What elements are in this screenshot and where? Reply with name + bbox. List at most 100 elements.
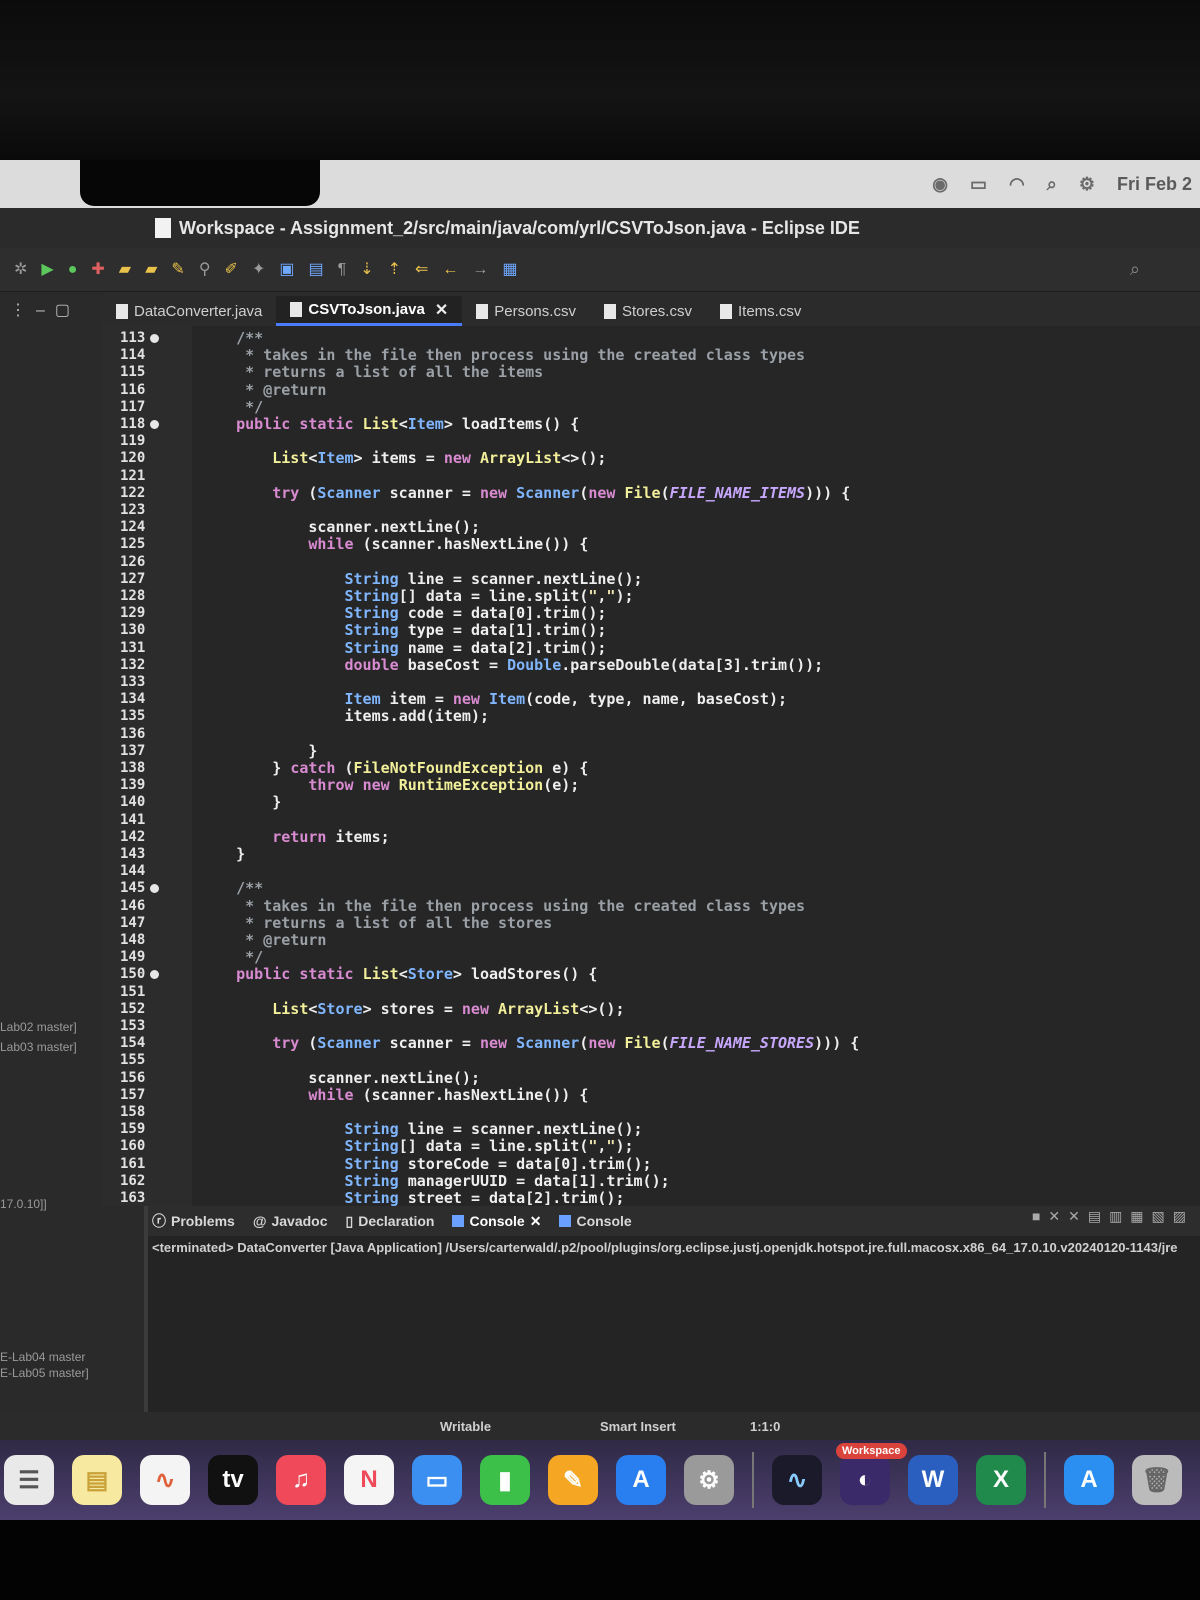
code-line[interactable]: 152 List<Store> stores = new ArrayList<>… (102, 1000, 1200, 1018)
code-line[interactable]: 136 (102, 726, 1200, 743)
tab-items-csv[interactable]: Items.csv (706, 296, 815, 326)
project-item[interactable]: E-Lab04 master (0, 1350, 85, 1364)
code-line[interactable]: 121 (102, 468, 1200, 485)
code-line[interactable]: 133 (102, 674, 1200, 691)
perspective-icon[interactable]: ▦ (502, 261, 517, 278)
fold-toggle-icon[interactable] (150, 334, 159, 343)
toolbar-search-icon[interactable]: ⌕ (1130, 259, 1140, 280)
news-app-icon[interactable]: N (344, 1455, 394, 1505)
code-line[interactable]: 140 } (102, 794, 1200, 811)
code-line[interactable]: 143 } (102, 846, 1200, 863)
panel-view-menu-icon[interactable]: ⋮–▢ (10, 300, 80, 320)
code-line[interactable]: 126 (102, 554, 1200, 571)
code-line[interactable]: 131 String name = data[2].trim(); (102, 639, 1200, 657)
external-tools-icon[interactable]: ✚ (91, 261, 104, 278)
pages-app-icon[interactable]: ✎ (548, 1455, 598, 1505)
tab-console-active[interactable]: Console ✕ (452, 1213, 541, 1230)
code-line[interactable]: 157 while (scanner.hasNextLine()) { (102, 1086, 1200, 1104)
next-annotation-icon[interactable]: ⇣ (360, 261, 373, 278)
project-item[interactable]: Lab02 master] (0, 1020, 77, 1034)
code-line[interactable]: 122 try (Scanner scanner = new Scanner(n… (102, 484, 1200, 502)
apple-tv-app-icon[interactable]: tv (208, 1455, 258, 1505)
code-line[interactable]: 155 (102, 1052, 1200, 1069)
console-output[interactable]: ■✕✕▤▥▦▧▨ <terminated> DataConverter [Jav… (148, 1208, 1200, 1412)
code-line[interactable]: 149 */ (102, 949, 1200, 966)
console-toolbar-icons[interactable]: ■✕✕▤▥▦▧▨ (1032, 1208, 1194, 1225)
code-line[interactable]: 138 } catch (FileNotFoundException e) { (102, 760, 1200, 777)
code-line[interactable]: 156 scanner.nextLine(); (102, 1069, 1200, 1087)
word-app-icon[interactable]: W (908, 1455, 958, 1505)
code-line[interactable]: 150 public static List<Store> loadStores… (102, 966, 1200, 983)
pencil-icon[interactable]: ✎ (171, 261, 184, 278)
control-center-icon[interactable]: ⚙ (1079, 174, 1095, 195)
search-toolbar-icon[interactable]: ⚲ (199, 261, 211, 278)
close-tab-icon[interactable]: ✕ (530, 1213, 542, 1230)
code-line[interactable]: 125 while (scanner.hasNextLine()) { (102, 536, 1200, 553)
app-store-downloads-icon[interactable]: A (1064, 1455, 1114, 1505)
excel-app-icon[interactable]: X (976, 1455, 1026, 1505)
code-line[interactable]: 141 (102, 812, 1200, 829)
code-line[interactable]: 148 * @return (102, 932, 1200, 949)
code-line[interactable]: 115 * returns a list of all the items (102, 364, 1200, 381)
tab-console[interactable]: Console (559, 1213, 632, 1229)
code-line[interactable]: 129 String code = data[0].trim(); (102, 605, 1200, 622)
run-config-icon[interactable]: ● (68, 261, 78, 278)
code-line[interactable]: 119 (102, 433, 1200, 450)
tab-declaration[interactable]: ▯ Declaration (346, 1213, 435, 1230)
project-item[interactable]: E-Lab05 master] (0, 1366, 89, 1380)
project-item[interactable]: Lab03 master] (0, 1040, 77, 1054)
code-line[interactable]: 135 items.add(item); (102, 708, 1200, 725)
code-line[interactable]: 114 * takes in the file then process usi… (102, 347, 1200, 364)
open-folder-icon[interactable]: ▰ (145, 261, 157, 278)
code-line[interactable]: 137 } (102, 742, 1200, 760)
code-line[interactable]: 154 try (Scanner scanner = new Scanner(n… (102, 1035, 1200, 1052)
code-line[interactable]: 158 (102, 1104, 1200, 1121)
code-line[interactable]: 159 String line = scanner.nextLine(); (102, 1121, 1200, 1138)
app-store-icon[interactable]: A (616, 1455, 666, 1505)
activity-monitor-icon[interactable]: ∿ (772, 1455, 822, 1505)
fold-toggle-icon[interactable] (150, 420, 159, 429)
reminders-app-icon[interactable]: ☰ (4, 1455, 54, 1505)
run-icon[interactable]: ▶ (41, 261, 53, 278)
code-line[interactable]: 124 scanner.nextLine(); (102, 519, 1200, 536)
code-line[interactable]: 127 String line = scanner.nextLine(); (102, 570, 1200, 588)
eclipse-app-icon[interactable]: Workspace ◐ (836, 1443, 907, 1505)
code-line[interactable]: 118 public static List<Item> loadItems()… (102, 416, 1200, 433)
debug-icon[interactable]: ✲ (14, 261, 27, 278)
word-wrap-icon[interactable]: ▤ (308, 261, 323, 278)
music-app-icon[interactable]: ♫ (276, 1455, 326, 1505)
code-line[interactable]: 130 String type = data[1].trim(); (102, 622, 1200, 639)
code-line[interactable]: 132 double baseCost = Double.parseDouble… (102, 656, 1200, 674)
tab-persons-csv[interactable]: Persons.csv (462, 296, 590, 326)
code-line[interactable]: 139 throw new RuntimeException(e); (102, 777, 1200, 794)
code-line[interactable]: 144 (102, 863, 1200, 880)
freeform-app-icon[interactable]: ∿ (140, 1455, 190, 1505)
back-icon[interactable]: ← (442, 261, 458, 278)
menubar-clock[interactable]: Fri Feb 2 (1117, 174, 1192, 195)
code-line[interactable]: 153 (102, 1018, 1200, 1035)
code-line[interactable]: 116 * @return (102, 381, 1200, 399)
notes-app-icon[interactable]: ▤ (72, 1455, 122, 1505)
code-line[interactable]: 160 String[] data = line.split(","); (102, 1138, 1200, 1155)
code-line[interactable]: 146 * takes in the file then process usi… (102, 897, 1200, 915)
code-line[interactable]: 123 (102, 502, 1200, 519)
last-edit-icon[interactable]: ⇐ (415, 261, 428, 278)
toggle-mark-icon[interactable]: ✦ (252, 261, 265, 278)
tab-csvtojson[interactable]: CSVToJson.java ✕ (276, 296, 463, 326)
forward-icon[interactable]: → (472, 261, 488, 278)
keynote-app-icon[interactable]: ▭ (412, 1455, 462, 1505)
window-titlebar[interactable]: Workspace - Assignment_2/src/main/java/c… (0, 208, 1200, 248)
numbers-app-icon[interactable]: ▮ (480, 1455, 530, 1505)
code-line[interactable]: 117 */ (102, 398, 1200, 416)
spotlight-search-icon[interactable]: ⌕ (1047, 174, 1057, 195)
system-settings-icon[interactable]: ⚙ (684, 1455, 734, 1505)
tab-problems[interactable]: ⓡ Problems (152, 1211, 235, 1231)
show-whitespace-icon[interactable]: ¶ (338, 261, 347, 278)
trash-icon[interactable]: 🗑 (1132, 1455, 1182, 1505)
tab-dataconverter[interactable]: DataConverter.java (102, 296, 276, 326)
prev-annotation-icon[interactable]: ⇡ (388, 261, 401, 278)
project-item[interactable]: 17.0.10]] (0, 1197, 47, 1211)
code-line[interactable]: 120 List<Item> items = new ArrayList<>()… (102, 450, 1200, 467)
code-line[interactable]: 163 String street = data[2].trim(); (102, 1190, 1200, 1207)
code-line[interactable]: 147 * returns a list of all the stores (102, 914, 1200, 932)
